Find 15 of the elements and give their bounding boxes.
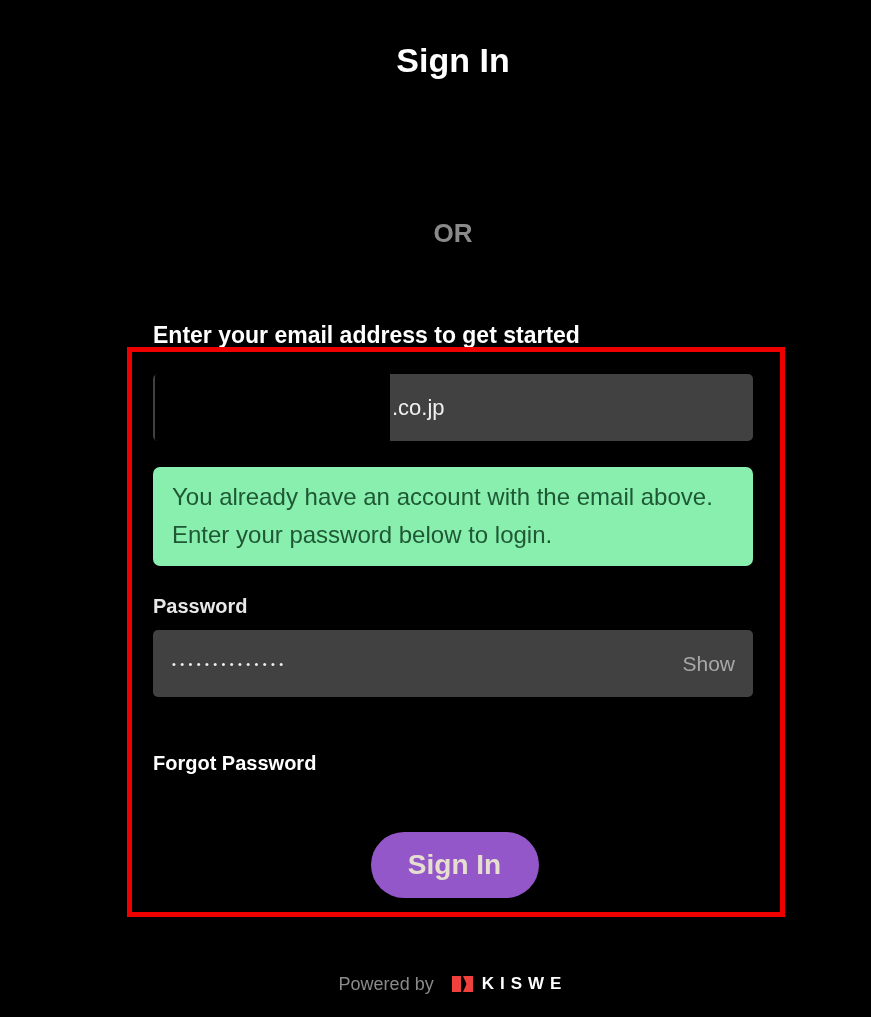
brand-name: KISWE [481,974,568,994]
password-field[interactable]: •••••••••••••• Show [153,630,753,697]
show-password-button[interactable]: Show [682,651,735,676]
password-label: Password [153,594,248,618]
page-title: Sign In [396,40,510,80]
account-notice: You already have an account with the email above. Enter your password below to login. [153,467,753,566]
password-value: •••••••••••••• [172,657,288,670]
sign-in-button[interactable]: Sign In [370,832,539,898]
email-field[interactable]: .co.jp [153,374,753,441]
email-label: Enter your email address to get started [153,323,580,347]
forgot-password-link[interactable]: Forgot Password [153,751,317,775]
powered-by-text: Powered by [338,973,434,995]
logo-icon [451,976,473,992]
email-value: .co.jp [391,394,445,421]
or-divider: OR [433,218,473,248]
